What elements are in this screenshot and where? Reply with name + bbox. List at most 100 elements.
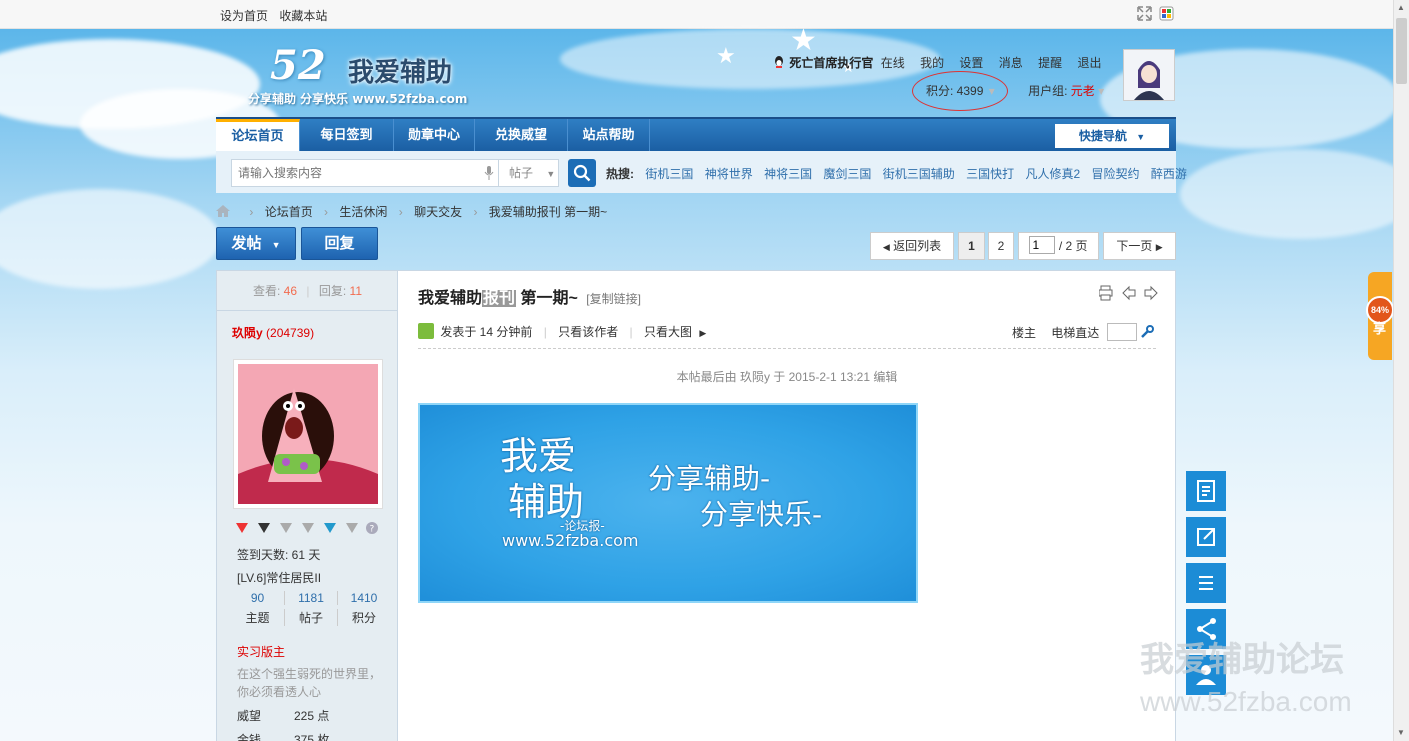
nav-item-exchange[interactable]: 兑换威望 — [475, 119, 568, 151]
author-avatar[interactable] — [233, 359, 383, 509]
chevron-right-icon: ▶ — [699, 328, 707, 338]
hot-search-item[interactable]: 神将三国 — [764, 167, 812, 181]
page-1-button[interactable]: 1 — [958, 232, 985, 260]
group-value[interactable]: 元老 — [1071, 84, 1095, 98]
site-logo[interactable]: 52 我爱辅助 分享辅助 分享快乐 www.52fzba.com — [248, 42, 488, 110]
scrollbar-thumb[interactable] — [1396, 18, 1407, 84]
medal-icon — [302, 523, 314, 533]
medal-icon — [258, 523, 270, 533]
hot-search-item[interactable]: 醉西游 — [1151, 167, 1187, 181]
user-link-messages[interactable]: 消息 — [999, 56, 1023, 70]
chevron-right-icon: ▶ — [1155, 242, 1163, 252]
hot-search-item[interactable]: 街机三国 — [645, 167, 693, 181]
stat-threads-label: 主题 — [245, 611, 270, 625]
stat-posts-value[interactable]: 1181 — [284, 591, 337, 605]
hot-search-item[interactable]: 魔剑三国 — [823, 167, 871, 181]
post-banner-image[interactable]: 我爱 辅助 -论坛报- www.52fzba.com 分享辅助- 分享快乐- — [418, 403, 918, 603]
breadcrumb-item[interactable]: 论坛首页 — [265, 205, 313, 219]
only-author-link[interactable]: 只看该作者 — [558, 325, 618, 339]
floor-jump-input[interactable] — [1106, 323, 1137, 341]
big-image-link[interactable]: 只看大图 — [644, 325, 692, 339]
user-bar: 死亡首席执行官 在线 我的 设置 消息 提醒 退出 — [772, 54, 1114, 71]
search-button[interactable] — [568, 159, 596, 187]
sign-days: 签到天数: 61 天 — [237, 548, 321, 562]
breadcrumb-separator: › — [473, 205, 478, 219]
scroll-down-icon[interactable]: ▼ — [1397, 728, 1405, 737]
author-role[interactable]: 实习版主 — [237, 643, 285, 660]
microphone-icon[interactable] — [484, 166, 494, 180]
user-avatar[interactable] — [1123, 49, 1175, 101]
hot-search-item[interactable]: 冒险契约 — [1092, 167, 1140, 181]
chevron-left-icon: ◀ — [882, 242, 890, 252]
username[interactable]: 死亡首席执行官 — [789, 56, 873, 70]
new-post-button[interactable]: 发帖 ▼ — [216, 227, 296, 260]
float-post-list-button[interactable] — [1186, 471, 1226, 511]
next-page-button[interactable]: 下一页 ▶ — [1103, 232, 1176, 260]
next-page-label: 下一页 — [1116, 239, 1153, 253]
breadcrumb-item[interactable]: 聊天交友 — [414, 205, 462, 219]
user-link-logout[interactable]: 退出 — [1078, 56, 1102, 70]
copy-link[interactable]: [复制链接] — [586, 292, 641, 306]
page-jump-input[interactable] — [1029, 236, 1056, 254]
medal-icon — [324, 523, 336, 533]
vertical-scrollbar[interactable]: ▲ ▼ — [1393, 0, 1409, 741]
prestige-label: 威望 — [237, 709, 262, 723]
group-label: 用户组: — [1028, 84, 1068, 98]
print-icon — [1099, 285, 1113, 301]
star-decoration: ★ — [790, 24, 817, 57]
search-input[interactable] — [232, 160, 472, 186]
user-level[interactable]: [LV.6]常住居民II — [237, 569, 321, 586]
prestige-row: 威望 225 点 — [237, 707, 329, 724]
back-to-list-button[interactable]: ◀ 返回列表 — [870, 232, 954, 260]
meta-divider: | — [543, 325, 547, 339]
post-main: 我爱辅助报刊 第一期~ [复制链接] 发表于 14 分钟前 | 只看该作者 | … — [399, 271, 1175, 741]
breadcrumb-item[interactable]: 生活休闲 — [339, 205, 387, 219]
search-type-select[interactable]: 帖子 ▼ — [499, 159, 559, 187]
set-home-link[interactable]: 设为首页 — [220, 9, 268, 23]
main-nav: 论坛首页 每日签到 勋章中心 兑换威望 站点帮助 快捷导航 ▼ — [216, 117, 1176, 151]
thread-title: 我爱辅助报刊 第一期~ [复制链接] — [418, 284, 641, 308]
top-links: 设为首页 收藏本站 — [220, 7, 335, 24]
nav-item-medals[interactable]: 勋章中心 — [394, 119, 475, 151]
stat-points-value[interactable]: 1410 — [337, 591, 390, 605]
quick-nav-button[interactable]: 快捷导航 ▼ — [1055, 124, 1169, 148]
logo-number: 52 — [270, 42, 326, 89]
dropdown-arrow-icon: ▼ — [546, 169, 556, 179]
float-new-post-button[interactable] — [1186, 517, 1226, 557]
home-icon[interactable] — [216, 205, 230, 217]
medal-icon — [346, 523, 358, 533]
hot-search-item[interactable]: 街机三国辅助 — [883, 167, 955, 181]
share-widget[interactable]: 84% 享 — [1366, 272, 1404, 360]
nav-item-signin[interactable]: 每日签到 — [300, 119, 394, 151]
nav-item-home[interactable]: 论坛首页 — [216, 119, 300, 151]
hot-search-item[interactable]: 凡人修真2 — [1026, 167, 1081, 181]
author-name[interactable]: 玖陨y — [232, 326, 263, 340]
theme-icon[interactable] — [1159, 6, 1174, 21]
stat-threads-value[interactable]: 90 — [231, 591, 284, 605]
user-link-notices[interactable]: 提醒 — [1038, 56, 1062, 70]
breadcrumb-separator: › — [324, 205, 329, 219]
views-count: 46 — [283, 284, 298, 298]
title-part: 第一期~ — [516, 290, 578, 307]
breadcrumb-item[interactable]: 我爱辅助报刊 第一期~ — [489, 205, 607, 219]
quick-nav-label: 快捷导航 — [1078, 129, 1127, 143]
watermark-url: www.52fzba.com — [1140, 686, 1352, 717]
money-row: 金钱 375 枚 — [237, 731, 329, 741]
float-menu-button[interactable] — [1186, 563, 1226, 603]
author-sidebar: 查看: 46 | 回复: 11 玖陨y (204739) ? 签到天数: 61 … — [217, 271, 398, 741]
scroll-up-icon[interactable]: ▲ — [1397, 3, 1405, 12]
hot-search-item[interactable]: 三国快打 — [966, 167, 1014, 181]
menu-icon — [1199, 576, 1213, 590]
fullscreen-icon[interactable] — [1137, 6, 1152, 21]
bookmark-link[interactable]: 收藏本站 — [279, 9, 327, 23]
nav-item-help[interactable]: 站点帮助 — [568, 119, 650, 151]
chevron-down-icon: ▼ — [271, 240, 281, 250]
medal-icon — [280, 523, 292, 533]
user-link-settings[interactable]: 设置 — [959, 56, 983, 70]
page-2-button[interactable]: 2 — [988, 232, 1014, 260]
hot-search-item[interactable]: 神将世界 — [705, 167, 753, 181]
wrench-icon[interactable] — [1140, 324, 1154, 339]
replies-count: 11 — [349, 284, 362, 298]
reply-button[interactable]: 回复 — [301, 227, 378, 260]
user-link-mine[interactable]: 我的 — [920, 56, 944, 70]
